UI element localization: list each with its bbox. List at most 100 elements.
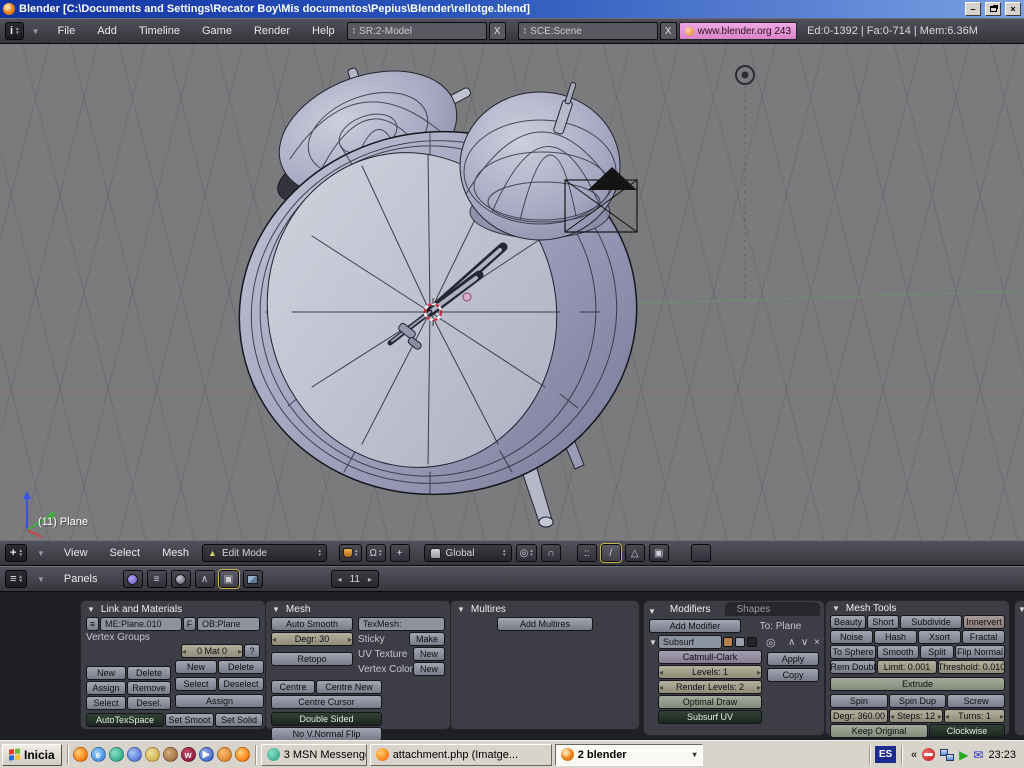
minimize-button[interactable]: – (965, 2, 981, 16)
no-vnormal-flip-toggle[interactable]: No V.Normal Flip (271, 727, 382, 740)
menu-render[interactable]: Render (244, 25, 300, 37)
to-sphere-button[interactable]: To Sphere (830, 645, 876, 659)
firefox-icon[interactable] (234, 747, 250, 762)
panel-collapse-icon[interactable]: ▼ (832, 604, 840, 613)
firefox-icon[interactable] (72, 747, 88, 762)
menu-game[interactable]: Game (192, 25, 242, 37)
modifier-expand-icon[interactable]: ▼ (649, 638, 657, 647)
auto-smooth-toggle[interactable]: Auto Smooth (271, 617, 353, 631)
network-icon[interactable] (940, 748, 955, 761)
winamp-icon[interactable]: w (180, 747, 196, 762)
draw-mode-selector[interactable]: ▴ ▾ (339, 544, 362, 562)
snap-button[interactable]: ∩ (540, 544, 561, 562)
object-name-field[interactable]: OB:Plane (197, 617, 260, 631)
subsurf-uv-toggle[interactable]: Subsurf UV (658, 710, 762, 724)
centre-button[interactable]: Centre (271, 680, 315, 694)
innervert-dropdown[interactable]: Innervert (963, 615, 1005, 629)
optimal-draw-toggle[interactable]: Optimal Draw (658, 695, 762, 709)
material-new-button[interactable]: New (175, 660, 217, 674)
modifier-name-field[interactable]: Subsurf (658, 635, 722, 649)
editmode-toggle-icon[interactable] (747, 637, 757, 647)
extrude-button[interactable]: Extrude (830, 677, 1005, 691)
fake-user-button[interactable]: F (183, 617, 196, 631)
task-blender[interactable]: 2 blender ▾ (554, 743, 703, 766)
material-index-spinner[interactable]: 0 Mat 0 (181, 644, 243, 658)
screw-button[interactable]: Screw (947, 694, 1005, 708)
autotexspace-toggle[interactable]: AutoTexSpace (86, 713, 164, 727)
panel-collapse-icon[interactable]: ▼ (32, 27, 40, 36)
scene-delete-button[interactable]: X (659, 22, 677, 40)
render-preview-button[interactable] (690, 544, 711, 562)
uv-new-button[interactable]: New (413, 647, 445, 661)
levels-spinner[interactable]: Levels: 1 (658, 665, 762, 679)
steps-spinner[interactable]: Steps: 12 (889, 709, 943, 723)
vgroup-deselect-button[interactable]: Desel. (127, 696, 171, 710)
cage-toggle-icon[interactable]: ◎ (766, 636, 780, 649)
material-help-button[interactable]: ? (244, 644, 260, 658)
windows-messenger-icon[interactable] (126, 747, 142, 762)
vertex-select-button[interactable]: :: (576, 544, 597, 562)
xsort-button[interactable]: Xsort (918, 630, 961, 644)
vgroup-delete-button[interactable]: Delete (127, 666, 171, 680)
tab-modifiers[interactable]: Modifiers (657, 602, 723, 616)
retopo-toggle[interactable]: Retopo (271, 652, 353, 666)
vcol-new-button[interactable]: New (413, 662, 445, 676)
msn-status-icon[interactable] (922, 748, 936, 761)
screen-delete-button[interactable]: X (488, 22, 506, 40)
restore-button[interactable] (985, 2, 1001, 16)
language-indicator[interactable]: ES (875, 746, 897, 763)
realtime-toggle-icon[interactable] (735, 637, 745, 647)
turns-spinner[interactable]: Turns: 1 (944, 709, 1005, 723)
threshold-spinner[interactable]: Threshold: 0.010 (938, 660, 1005, 674)
clockwise-toggle[interactable]: Clockwise (929, 724, 1005, 738)
add-modifier-button[interactable]: Add Modifier (649, 619, 741, 633)
script-context-button[interactable]: ≡ (146, 570, 167, 588)
beauty-toggle[interactable]: Beauty (830, 615, 866, 629)
scene-context-button[interactable] (242, 570, 263, 588)
short-toggle[interactable]: Short (867, 615, 899, 629)
media-app-icon[interactable] (144, 747, 160, 762)
move-up-button[interactable]: ∧ (788, 637, 800, 648)
3d-viewport[interactable]: (11) Plane (0, 44, 1024, 540)
material-deselect-button[interactable]: Deselect (218, 677, 264, 691)
material-delete-button[interactable]: Delete (218, 660, 264, 674)
proportional-edit-selector[interactable]: ◎ ▴ ▾ (515, 544, 537, 562)
menu-help[interactable]: Help (302, 25, 345, 37)
screen-selector[interactable]: ▴ ▾ SR:2-Model (346, 22, 487, 40)
degrees-spinner[interactable]: Degr: 360.00 (830, 709, 888, 723)
manipulator-button[interactable]: + (389, 544, 410, 562)
render-levels-spinner[interactable]: Render Levels: 2 (658, 680, 762, 694)
menu-view[interactable]: View (55, 547, 97, 559)
copy-modifier-button[interactable]: Copy (767, 668, 819, 682)
blender-org-link[interactable]: www.blender.org 243 (678, 22, 798, 40)
double-sided-toggle[interactable]: Double Sided (271, 712, 382, 726)
material-select-button[interactable]: Select (175, 677, 217, 691)
panel-collapse-icon[interactable]: ▼ (87, 605, 95, 614)
render-toggle-icon[interactable] (723, 637, 733, 647)
flip-normal-button[interactable]: Flip Normal (955, 645, 1005, 659)
internet-explorer-icon[interactable]: e (90, 747, 106, 762)
degr-spinner[interactable]: Degr: 30 (271, 632, 353, 646)
material-assign-button[interactable]: Assign (175, 694, 264, 708)
mail-icon[interactable]: ✉ (973, 748, 983, 762)
panel-collapse-icon[interactable]: ▼ (272, 605, 280, 614)
alarm-clock-mesh[interactable] (216, 48, 661, 528)
play-status-icon[interactable]: ▶ (959, 748, 968, 762)
shading-context-button[interactable] (170, 570, 191, 588)
task-msn-messenger[interactable]: 3 MSN Messenger ▾ (260, 743, 367, 766)
smooth-button[interactable]: Smooth (877, 645, 919, 659)
left-arrow-icon[interactable]: ◂ (338, 575, 342, 584)
right-arrow-icon[interactable]: ▸ (368, 575, 372, 584)
panel-collapse-icon[interactable]: ▼ (648, 607, 656, 616)
occlude-button[interactable]: ▣ (648, 544, 669, 562)
sticky-make-button[interactable]: Make (409, 632, 445, 646)
edge-select-button[interactable]: / (599, 543, 622, 563)
object-context-button[interactable]: ∧ (194, 570, 215, 588)
mode-selector[interactable]: ▲ Edit Mode ▴ ▾ (202, 544, 328, 562)
panel-collapse-icon[interactable]: ▼ (37, 549, 45, 558)
vgroup-assign-button[interactable]: Assign (86, 681, 126, 695)
frame-number-spinner[interactable]: ◂ 11 ▸ (330, 570, 379, 588)
scene-selector[interactable]: ▴ ▾ SCE:Scene (517, 22, 658, 40)
face-select-button[interactable]: △ (624, 544, 645, 562)
apply-modifier-button[interactable]: Apply (767, 652, 819, 666)
